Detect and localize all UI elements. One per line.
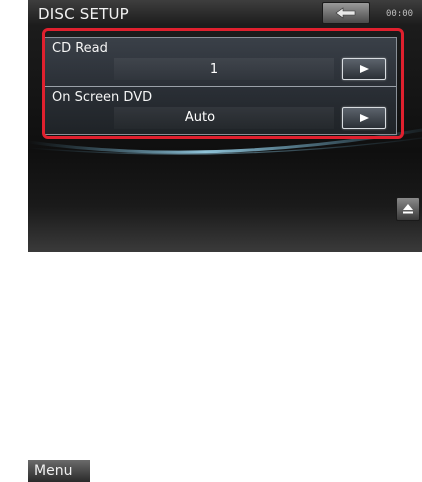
menu-button[interactable]: Menu (28, 460, 90, 482)
eject-icon (403, 204, 413, 214)
page-title: DISC SETUP (38, 5, 129, 23)
menu-area: Menu (28, 230, 90, 482)
back-arrow-icon (335, 7, 356, 19)
clock: 00:00 (386, 9, 414, 19)
back-button[interactable] (322, 2, 370, 24)
highlight-frame (42, 28, 404, 139)
eject-button[interactable] (396, 197, 420, 221)
menu-label: Menu (34, 463, 73, 479)
